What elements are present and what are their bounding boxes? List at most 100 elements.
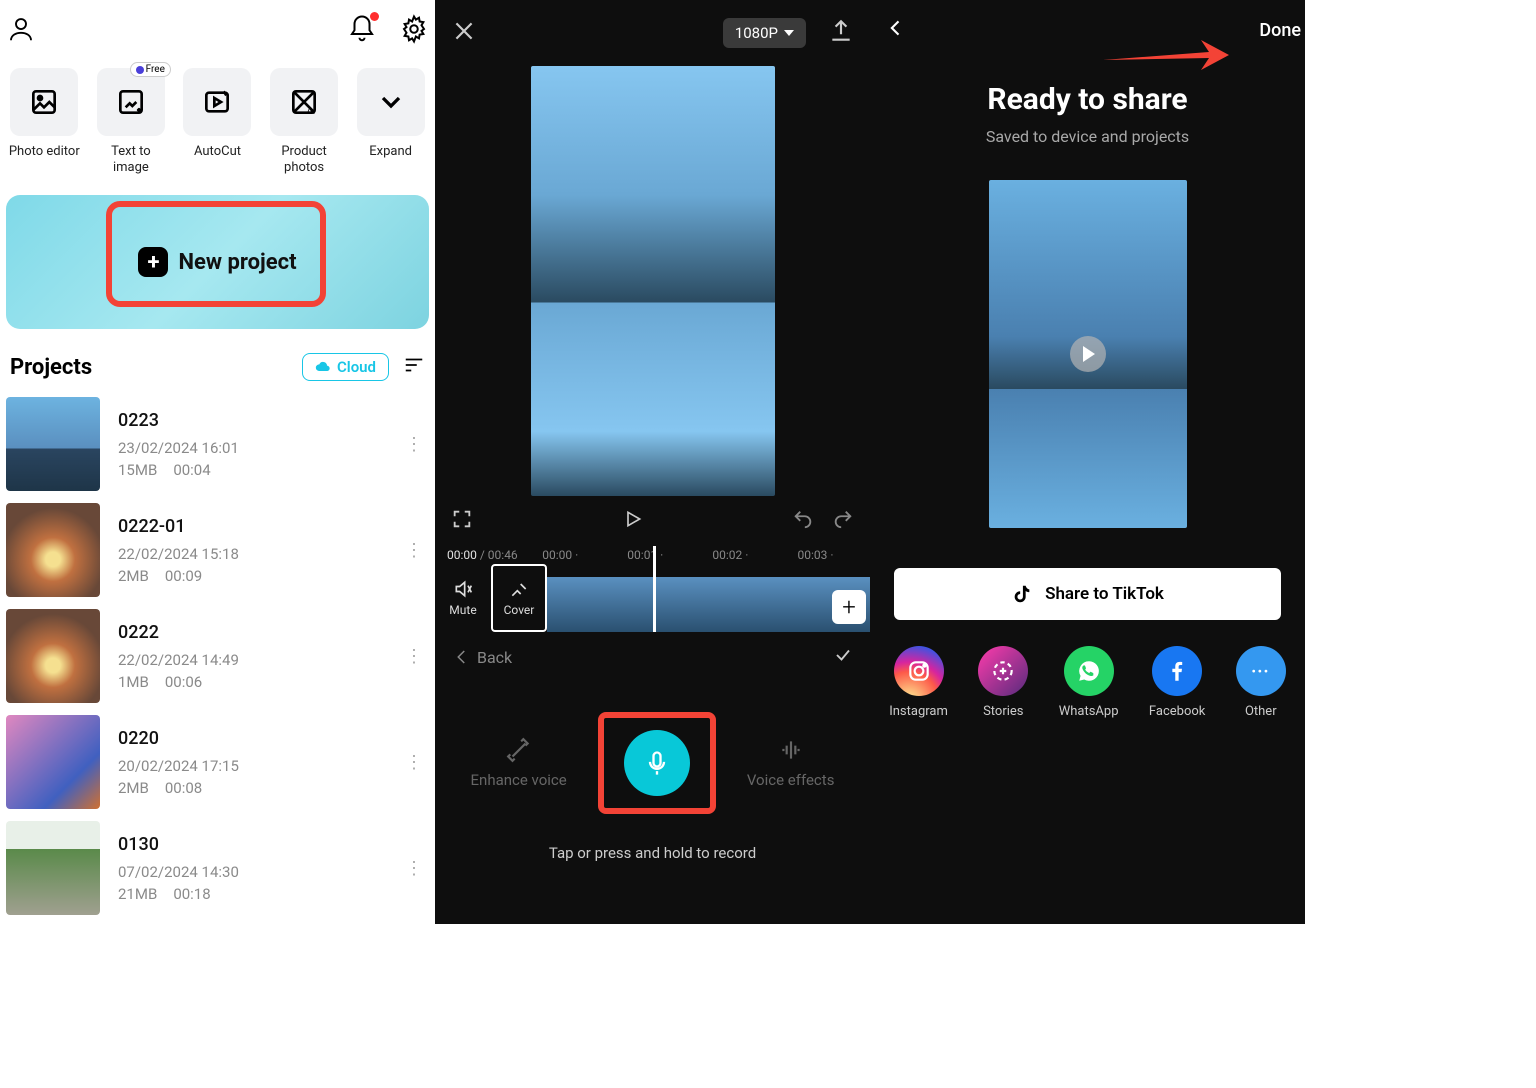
add-clip-button[interactable]: +	[832, 590, 866, 624]
tool-text-to-image[interactable]: FreeText to image	[93, 68, 170, 175]
project-item[interactable]: 0220 20/02/2024 17:15 2MB00:08 ⋮	[6, 709, 429, 815]
record-highlight	[598, 712, 716, 814]
record-hint: Tap or press and hold to record	[435, 824, 870, 882]
project-more-icon[interactable]: ⋮	[399, 858, 429, 879]
project-name: 0222-01	[118, 516, 399, 537]
project-thumbnail	[6, 609, 100, 703]
tool-label: Text to image	[93, 144, 170, 175]
play-icon[interactable]	[623, 509, 643, 533]
record-button[interactable]	[624, 730, 690, 796]
project-more-icon[interactable]: ⋮	[399, 540, 429, 561]
tool-label: Photo editor	[9, 144, 80, 160]
back-button[interactable]: Back	[453, 648, 512, 667]
share-instagram[interactable]: Instagram	[889, 646, 948, 719]
project-thumbnail	[6, 821, 100, 915]
project-item[interactable]: 0222 22/02/2024 14:49 1MB00:06 ⋮	[6, 603, 429, 709]
done-button[interactable]: Done	[1259, 20, 1301, 41]
project-item[interactable]: 0223 23/02/2024 16:01 15MB00:04 ⋮	[6, 391, 429, 497]
share-tiktok-button[interactable]: Share to TikTok	[894, 568, 1281, 620]
timeline-tick: 00:00 ·	[542, 548, 578, 562]
settings-icon[interactable]	[399, 14, 429, 48]
project-item[interactable]: 0130 07/02/2024 14:30 21MB00:18 ⋮	[6, 815, 429, 921]
play-button[interactable]	[1070, 336, 1106, 372]
projects-heading: Projects	[10, 355, 92, 380]
project-meta: 1MB00:06	[118, 673, 399, 691]
project-meta: 15MB00:04	[118, 461, 399, 479]
svg-text:AI: AI	[307, 106, 316, 117]
share-tiktok-label: Share to TikTok	[1045, 584, 1164, 604]
project-date: 07/02/2024 14:30	[118, 863, 399, 881]
instagram-icon	[894, 646, 944, 696]
sort-icon[interactable]	[403, 354, 425, 380]
fullscreen-icon[interactable]	[451, 508, 473, 534]
tool-product-photos[interactable]: AI Product photos	[266, 68, 343, 175]
voice-effects-button[interactable]: Voice effects	[747, 737, 835, 789]
export-icon[interactable]	[828, 18, 854, 48]
project-name: 0130	[118, 834, 399, 855]
project-item[interactable]: 0222-01 22/02/2024 15:18 2MB00:09 ⋮	[6, 497, 429, 603]
timeline-tick: 00:01 ·	[627, 548, 663, 562]
project-date: 22/02/2024 14:49	[118, 651, 399, 669]
share-preview[interactable]	[989, 180, 1187, 528]
cover-button[interactable]: Cover	[491, 564, 547, 632]
profile-icon[interactable]	[6, 14, 36, 48]
undo-icon[interactable]	[792, 508, 814, 534]
other-icon: •••	[1236, 646, 1286, 696]
project-thumbnail	[6, 397, 100, 491]
close-icon[interactable]	[451, 18, 477, 48]
tool-photo-editor[interactable]: Photo editor	[6, 68, 83, 175]
arrow-annotation	[1101, 36, 1231, 78]
voice-effects-label: Voice effects	[747, 771, 835, 789]
share-stories[interactable]: Stories	[978, 646, 1028, 719]
ready-heading: Ready to share	[870, 82, 1305, 117]
project-date: 23/02/2024 16:01	[118, 439, 399, 457]
project-name: 0222	[118, 622, 399, 643]
video-preview[interactable]	[531, 66, 775, 496]
share-facebook[interactable]: Facebook	[1149, 646, 1205, 719]
share-label: Facebook	[1149, 704, 1205, 719]
project-more-icon[interactable]: ⋮	[399, 434, 429, 455]
timeline-tick: 00:02 ·	[712, 548, 748, 562]
tool-label: AutoCut	[194, 144, 241, 160]
share-label: Stories	[983, 704, 1023, 719]
project-more-icon[interactable]: ⋮	[399, 752, 429, 773]
cloud-button[interactable]: Cloud	[302, 353, 389, 381]
project-meta: 21MB00:18	[118, 885, 399, 903]
project-meta: 2MB00:09	[118, 567, 399, 585]
share-label: Other	[1245, 704, 1277, 719]
timeline[interactable]: Mute Cover +	[435, 564, 870, 632]
project-date: 20/02/2024 17:15	[118, 757, 399, 775]
back-label: Back	[477, 648, 512, 667]
project-name: 0223	[118, 410, 399, 431]
playhead[interactable]	[653, 546, 656, 632]
project-meta: 2MB00:08	[118, 779, 399, 797]
project-thumbnail	[6, 503, 100, 597]
whatsapp-icon	[1064, 646, 1114, 696]
mute-button[interactable]: Mute	[435, 564, 491, 632]
enhance-voice-label: Enhance voice	[471, 771, 567, 789]
time-total: 00:46	[488, 548, 518, 562]
new-project-highlight	[106, 201, 326, 307]
stories-icon	[978, 646, 1028, 696]
project-date: 22/02/2024 15:18	[118, 545, 399, 563]
cover-label: Cover	[504, 603, 535, 617]
enhance-voice-button[interactable]: Enhance voice	[471, 737, 567, 789]
tool-autocut[interactable]: AutoCut	[179, 68, 256, 175]
share-whatsapp[interactable]: WhatsApp	[1059, 646, 1119, 719]
project-name: 0220	[118, 728, 399, 749]
redo-icon[interactable]	[832, 508, 854, 534]
resolution-dropdown[interactable]: 1080P	[723, 18, 806, 48]
back-icon[interactable]	[886, 18, 906, 42]
tool-label: Product photos	[266, 144, 343, 175]
resolution-label: 1080P	[735, 24, 778, 42]
time-current: 00:00	[447, 548, 477, 562]
confirm-icon[interactable]	[834, 646, 852, 668]
notifications-icon[interactable]	[347, 14, 377, 48]
new-project-button[interactable]: + New project	[6, 195, 429, 329]
free-badge: Free	[130, 62, 171, 77]
mute-label: Mute	[449, 603, 476, 617]
tool-expand[interactable]: Expand	[352, 68, 429, 175]
share-other[interactable]: ••• Other	[1236, 646, 1286, 719]
facebook-icon	[1152, 646, 1202, 696]
project-more-icon[interactable]: ⋮	[399, 646, 429, 667]
